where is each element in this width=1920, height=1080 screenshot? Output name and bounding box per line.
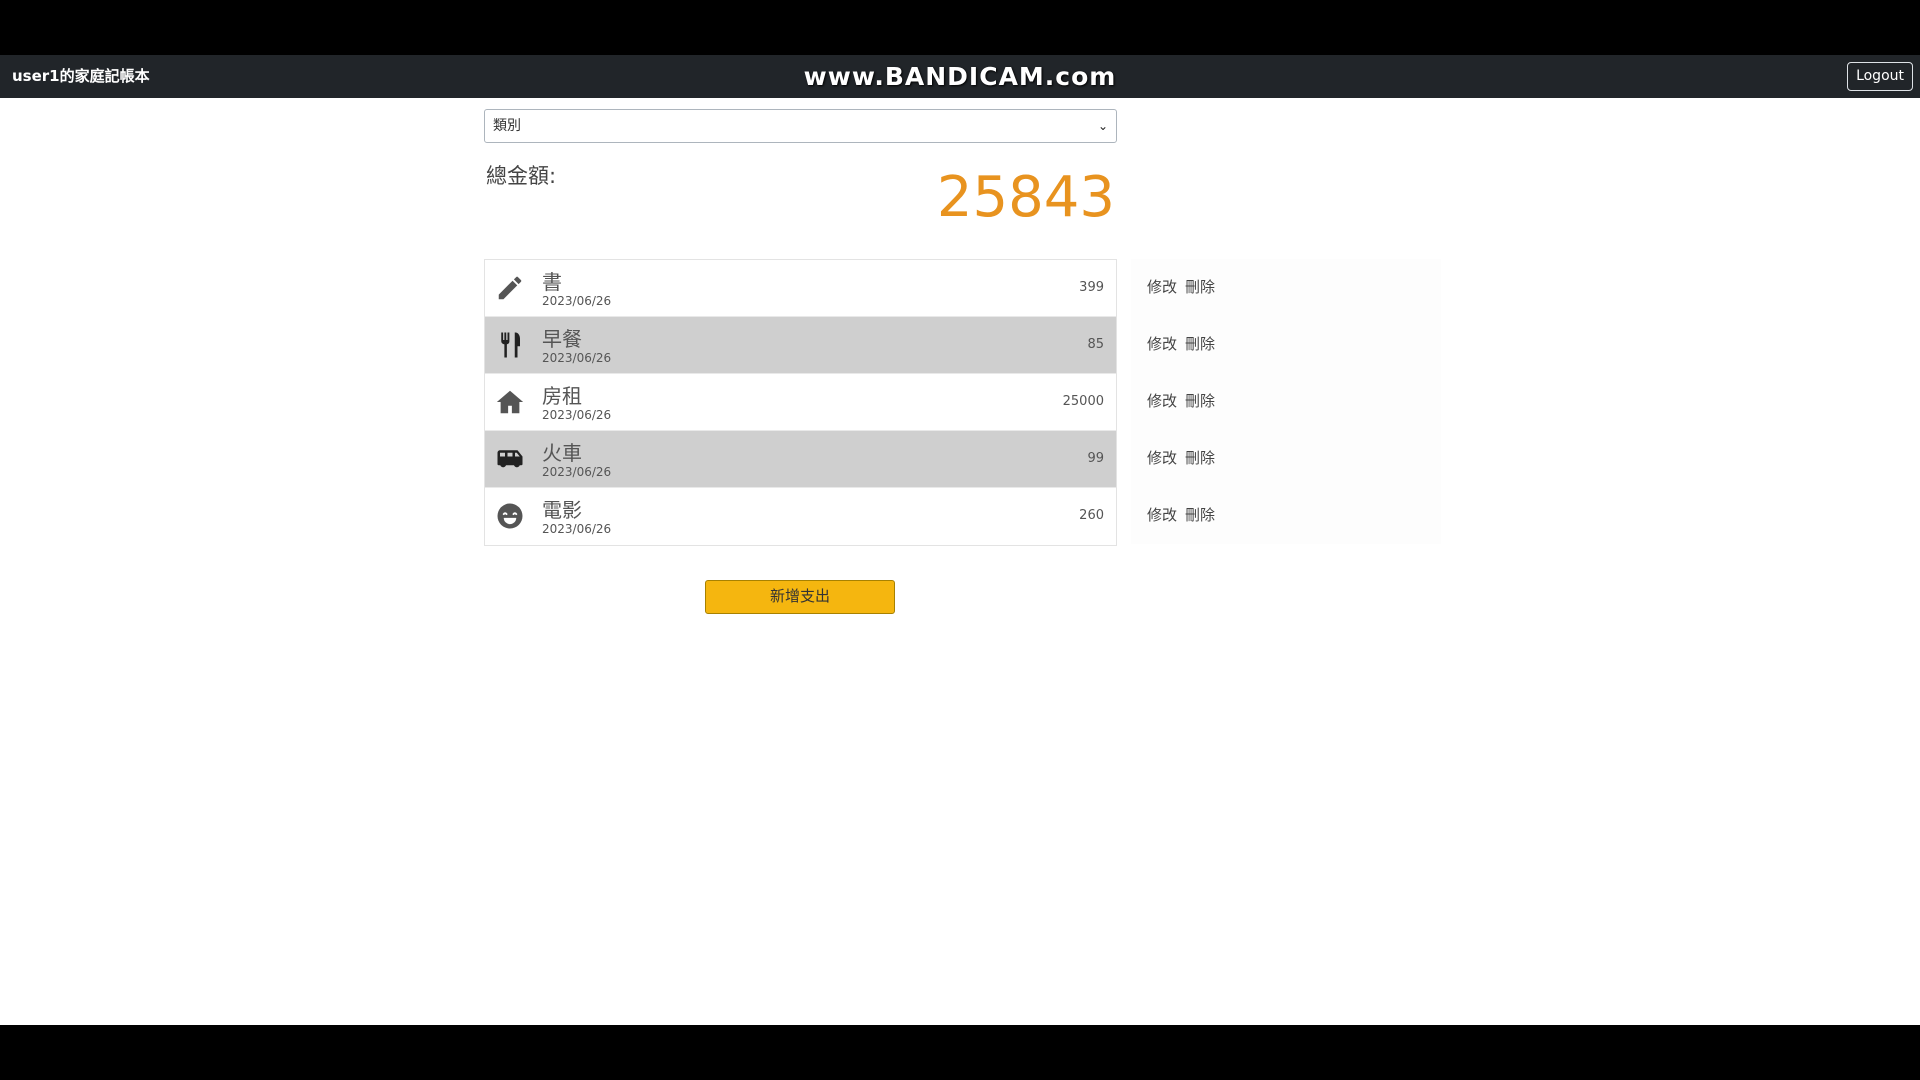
row-actions: 修改 刪除: [1147, 259, 1223, 316]
letterbox-bottom: [0, 1025, 1920, 1080]
navbar: user1的家庭記帳本 www.BANDICAM.com Logout: [0, 55, 1920, 98]
expense-name: 書: [542, 270, 562, 294]
delete-button[interactable]: 刪除: [1185, 506, 1215, 524]
edit-button[interactable]: 修改: [1147, 335, 1177, 353]
expense-list: 書 2023/06/26 399 早餐 2023/06/26 85 房租 202…: [484, 259, 1117, 546]
edit-button[interactable]: 修改: [1147, 506, 1177, 524]
expense-amount: 85: [1087, 337, 1104, 352]
row-actions: 修改 刪除: [1147, 316, 1223, 373]
letterbox-top: [0, 0, 1920, 55]
actions-column: 修改 刪除 修改 刪除 修改 刪除 修改 刪除 修改 刪除: [1131, 259, 1441, 544]
expense-name: 早餐: [542, 327, 582, 351]
expense-amount: 399: [1079, 280, 1104, 295]
expense-row[interactable]: 早餐 2023/06/26 85: [485, 317, 1116, 374]
expense-name: 電影: [542, 498, 582, 522]
smile-icon: [497, 503, 523, 529]
delete-button[interactable]: 刪除: [1185, 449, 1215, 467]
edit-button[interactable]: 修改: [1147, 392, 1177, 410]
delete-button[interactable]: 刪除: [1185, 335, 1215, 353]
expense-date: 2023/06/26: [542, 294, 612, 308]
chevron-down-icon: ⌄: [1097, 119, 1108, 133]
total-label: 總金額:: [486, 164, 557, 188]
expense-date: 2023/06/26: [542, 522, 612, 536]
delete-button[interactable]: 刪除: [1185, 392, 1215, 410]
delete-button[interactable]: 刪除: [1185, 278, 1215, 296]
edit-button[interactable]: 修改: [1147, 449, 1177, 467]
category-select[interactable]: 類別 ⌄: [484, 109, 1117, 143]
home-icon: [496, 390, 524, 414]
row-actions: 修改 刪除: [1147, 487, 1223, 544]
pencil-icon: [498, 276, 522, 300]
expense-date: 2023/06/26: [542, 465, 612, 479]
expense-row[interactable]: 書 2023/06/26 399: [485, 260, 1116, 317]
expense-date: 2023/06/26: [542, 408, 612, 422]
main-content: 類別 ⌄ 總金額: 25843 書 2023/06/26 399 早餐 2023…: [0, 98, 1920, 1025]
expense-row[interactable]: 房租 2023/06/26 25000: [485, 374, 1116, 431]
recording-watermark: www.BANDICAM.com: [803, 62, 1117, 91]
row-actions: 修改 刪除: [1147, 373, 1223, 430]
expense-name: 房租: [542, 384, 582, 408]
expense-row[interactable]: 火車 2023/06/26 99: [485, 431, 1116, 488]
total-amount: 25843: [936, 165, 1115, 230]
expense-date: 2023/06/26: [542, 351, 612, 365]
row-actions: 修改 刪除: [1147, 430, 1223, 487]
logout-button[interactable]: Logout: [1847, 62, 1913, 91]
edit-button[interactable]: 修改: [1147, 278, 1177, 296]
expense-row[interactable]: 電影 2023/06/26 260: [485, 488, 1116, 545]
expense-amount: 25000: [1062, 394, 1104, 409]
add-expense-button[interactable]: 新增支出: [705, 580, 895, 614]
expense-amount: 99: [1087, 451, 1104, 466]
van-icon: [497, 450, 523, 468]
expense-amount: 260: [1079, 508, 1104, 523]
expense-name: 火車: [542, 441, 582, 465]
category-select-value: 類別: [493, 118, 521, 134]
utensils-icon: [501, 332, 520, 358]
